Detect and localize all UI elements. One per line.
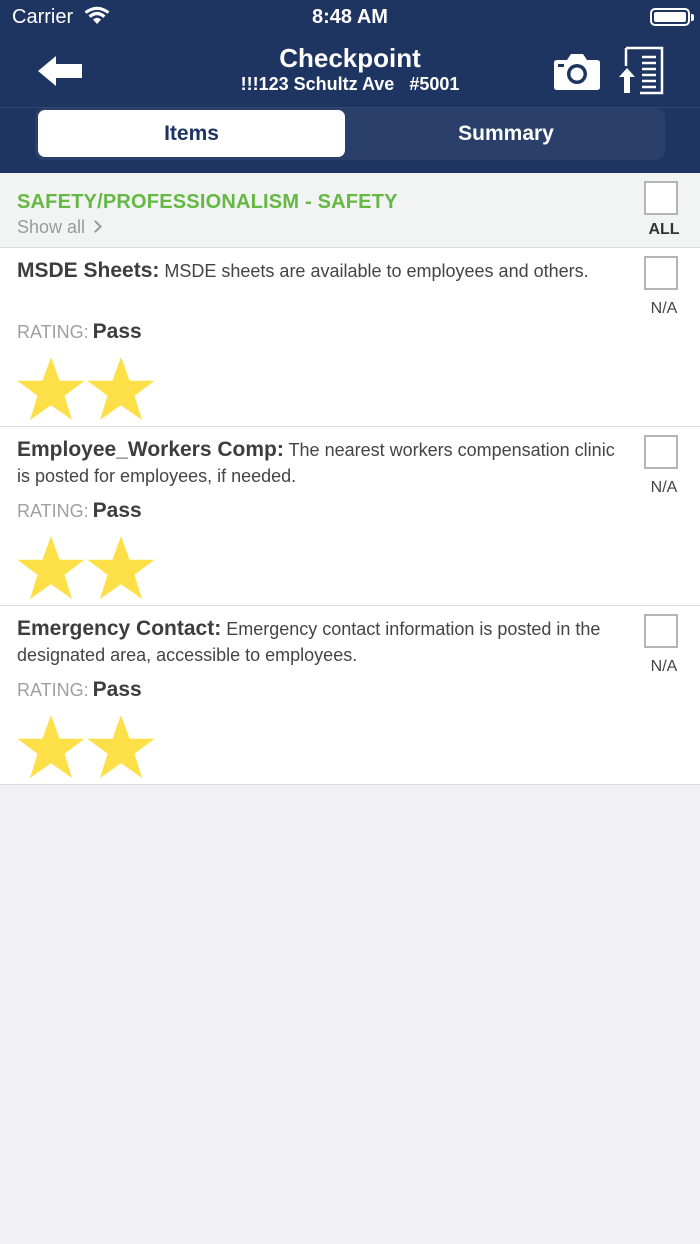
- star-icon: [86, 533, 156, 603]
- select-all-checkbox[interactable]: [644, 181, 678, 215]
- item-text: Employee_Workers Comp: The nearest worke…: [17, 437, 617, 489]
- na-label: N/A: [650, 658, 678, 675]
- tab-segmented-control: Items Summary: [35, 108, 665, 160]
- chevron-right-icon: [89, 220, 102, 233]
- item-text: MSDE Sheets: MSDE sheets are available t…: [17, 258, 617, 284]
- item-description: MSDE sheets are available to employees a…: [164, 261, 589, 281]
- camera-button[interactable]: [553, 50, 601, 92]
- na-label: N/A: [650, 300, 678, 317]
- rating-label: RATING:: [17, 680, 89, 700]
- checklist-item: MSDE Sheets: MSDE sheets are available t…: [0, 248, 700, 427]
- section-title: SAFETY/PROFESSIONALISM - SAFETY: [17, 191, 398, 213]
- item-name: Employee_Workers Comp:: [17, 438, 284, 461]
- rating-label: RATING:: [17, 322, 89, 342]
- item-text: Emergency Contact: Emergency contact inf…: [17, 616, 617, 668]
- section-header: SAFETY/PROFESSIONALISM - SAFETY Show all…: [0, 173, 700, 248]
- upload-document-icon: [619, 46, 664, 95]
- rating-value: Pass: [92, 499, 142, 522]
- rating-value: Pass: [92, 320, 142, 343]
- battery-icon: [650, 8, 694, 26]
- select-all-label: ALL: [648, 221, 680, 238]
- item-name: Emergency Contact:: [17, 617, 222, 640]
- checklist-item: Emergency Contact: Emergency contact inf…: [0, 606, 700, 785]
- show-all-label: Show all: [17, 217, 86, 237]
- na-checkbox[interactable]: [644, 435, 678, 469]
- rating-label: RATING:: [17, 501, 89, 521]
- star-icon: [16, 354, 86, 424]
- empty-list-background: [0, 785, 700, 1244]
- item-rating: RATING: Pass: [17, 499, 142, 523]
- show-all-link[interactable]: Show all: [17, 217, 102, 238]
- na-checkbox[interactable]: [644, 614, 678, 648]
- star-icon: [16, 712, 86, 782]
- camera-icon: [554, 54, 600, 90]
- star-icon: [86, 712, 156, 782]
- tab-summary[interactable]: Summary: [350, 110, 662, 157]
- item-rating: RATING: Pass: [17, 678, 142, 702]
- item-rating: RATING: Pass: [17, 320, 142, 344]
- star-icon: [16, 533, 86, 603]
- na-label: N/A: [650, 479, 678, 496]
- item-name: MSDE Sheets:: [17, 259, 160, 282]
- tab-items[interactable]: Items: [38, 110, 345, 157]
- star-icon: [86, 354, 156, 424]
- status-time: 8:48 AM: [312, 6, 388, 28]
- rating-value: Pass: [92, 678, 142, 701]
- nav-header: Carrier 8:48 AM Checkpoint !!!123 Schult…: [0, 0, 700, 173]
- checklist-item: Employee_Workers Comp: The nearest worke…: [0, 427, 700, 606]
- upload-button[interactable]: [618, 46, 666, 96]
- na-checkbox[interactable]: [644, 256, 678, 290]
- status-bar: Carrier 8:48 AM: [0, 0, 700, 36]
